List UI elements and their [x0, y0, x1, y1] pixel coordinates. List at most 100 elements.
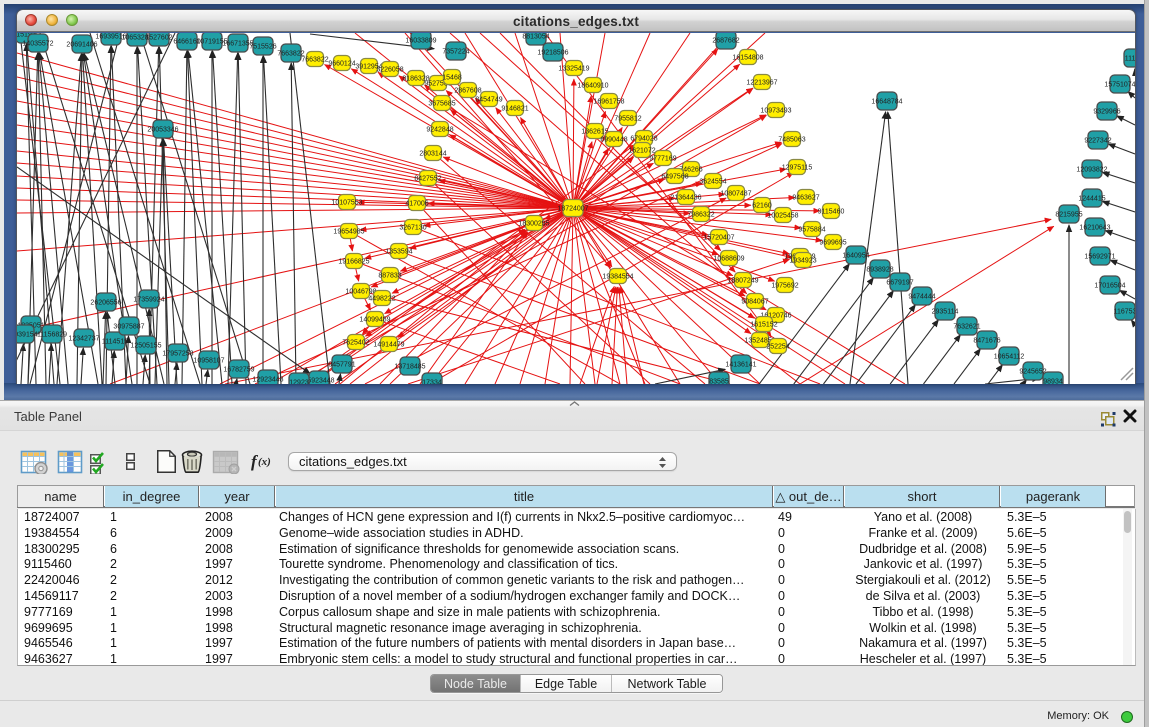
svg-text:14136141: 14136141: [725, 361, 756, 368]
svg-text:10107553: 10107553: [331, 199, 362, 206]
svg-text:7663822: 7663822: [277, 50, 304, 57]
svg-text:1975692: 1975692: [771, 282, 798, 289]
svg-text:7625402: 7625402: [342, 339, 369, 346]
svg-text:6794028: 6794028: [630, 135, 657, 142]
svg-text:8990448: 8990448: [600, 136, 627, 143]
svg-text:9227342: 9227342: [1084, 137, 1111, 144]
svg-text:12923448: 12923448: [252, 376, 283, 383]
svg-text:21364436: 21364436: [670, 194, 701, 201]
svg-text:17957253: 17957253: [162, 350, 193, 357]
svg-text:8813054: 8813054: [522, 33, 549, 40]
svg-text:15751074: 15751074: [1104, 81, 1135, 88]
svg-text:1640954: 1640954: [842, 252, 869, 259]
svg-text:9575884: 9575884: [798, 226, 825, 233]
svg-text:8938928: 8938928: [866, 266, 893, 273]
svg-text:8215955: 8215955: [1055, 211, 1082, 218]
svg-text:14099489: 14099489: [359, 316, 390, 323]
svg-text:12505155: 12505155: [130, 342, 161, 349]
svg-text:26206556: 26206556: [90, 299, 121, 306]
svg-text:15692971: 15692971: [1084, 253, 1115, 260]
svg-text:8427552: 8427552: [414, 175, 441, 182]
svg-text:3226058: 3226058: [376, 66, 403, 73]
svg-text:1621072: 1621072: [628, 147, 655, 154]
svg-text:15720407: 15720407: [703, 234, 734, 241]
svg-text:7515526: 7515526: [249, 43, 276, 50]
svg-text:7986322: 7986322: [687, 211, 714, 218]
svg-text:9146821: 9146821: [501, 105, 528, 112]
svg-text:10654112: 10654112: [994, 353, 1025, 360]
svg-text:20691406: 20691406: [66, 41, 97, 48]
svg-text:12213967: 12213967: [746, 79, 777, 86]
svg-text:1615152: 1615152: [750, 321, 777, 328]
svg-text:6497568: 6497568: [661, 173, 688, 180]
svg-text:9084067: 9084067: [741, 298, 768, 305]
svg-text:17016504: 17016504: [1094, 282, 1125, 289]
svg-text:8471676: 8471676: [973, 337, 1000, 344]
svg-text:10958107: 10958107: [193, 357, 224, 364]
svg-text:8454749: 8454749: [475, 96, 502, 103]
svg-text:1934923: 1934923: [789, 257, 816, 264]
svg-text:16648784: 16648784: [871, 98, 902, 105]
svg-text:2867608: 2867608: [454, 87, 481, 94]
svg-text:7663822: 7663822: [301, 56, 328, 63]
svg-text:887833: 887833: [378, 272, 401, 279]
svg-text:3624554: 3624554: [699, 178, 726, 185]
svg-text:7357224: 7357224: [442, 48, 469, 55]
svg-text:9115460: 9115460: [818, 208, 845, 215]
svg-text:83585: 83585: [709, 378, 729, 384]
svg-text:7632621: 7632621: [953, 323, 980, 330]
svg-text:19654985: 19654985: [333, 228, 364, 235]
svg-text:12093822: 12093822: [1076, 166, 1107, 173]
svg-text:62160: 62160: [752, 202, 772, 209]
svg-text:252254: 252254: [766, 343, 789, 350]
svg-text:16154808: 16154808: [732, 54, 763, 61]
svg-text:11123: 11123: [1125, 55, 1135, 62]
svg-text:10046798: 10046798: [345, 288, 376, 295]
svg-text:17359924: 17359924: [133, 296, 164, 303]
svg-text:30975887: 30975887: [113, 323, 144, 330]
svg-text:10688609: 10688609: [713, 255, 744, 262]
svg-text:16782759: 16782759: [223, 366, 254, 373]
svg-text:7955812: 7955812: [614, 115, 641, 122]
svg-text:1362615: 1362615: [581, 128, 608, 135]
svg-text:2803144: 2803144: [419, 150, 446, 157]
svg-text:3267130: 3267130: [399, 224, 426, 231]
svg-text:14035572: 14035572: [22, 40, 53, 47]
svg-text:11156829: 11156829: [37, 331, 67, 338]
svg-text:19166825: 19166825: [338, 258, 369, 265]
svg-text:9777169: 9777169: [649, 155, 676, 162]
svg-text:9457791: 9457791: [328, 361, 355, 368]
svg-text:9242848: 9242848: [426, 126, 453, 133]
svg-text:13325419: 13325419: [558, 65, 589, 72]
svg-text:9660124: 9660124: [328, 60, 355, 67]
svg-text:13718485: 13718485: [394, 363, 425, 370]
svg-text:12975115: 12975115: [782, 164, 813, 171]
svg-text:15468: 15468: [442, 74, 462, 81]
svg-text:1114519: 1114519: [102, 338, 128, 345]
svg-text:9329966: 9329966: [1093, 108, 1120, 115]
svg-text:14914479: 14914479: [373, 341, 404, 348]
svg-text:(x): (x): [258, 456, 271, 468]
svg-text:116753: 116753: [1114, 308, 1135, 315]
svg-text:2935114: 2935114: [932, 308, 959, 315]
svg-text:1527602: 1527602: [145, 34, 172, 41]
svg-text:6679197: 6679197: [886, 279, 913, 286]
svg-text:7485063: 7485063: [778, 136, 805, 143]
svg-text:98934: 98934: [1043, 378, 1063, 384]
svg-text:1353594: 1353594: [385, 248, 412, 255]
svg-text:19384554: 19384554: [602, 273, 633, 280]
svg-text:417006: 417006: [405, 200, 428, 207]
svg-text:12342737: 12342737: [68, 335, 99, 342]
svg-text:10807487: 10807487: [720, 190, 751, 197]
svg-text:3675685: 3675685: [428, 100, 455, 107]
svg-text:8939154: 8939154: [17, 331, 38, 338]
svg-text:16210643: 16210643: [1079, 224, 1110, 231]
svg-text:1244415: 1244415: [1078, 195, 1105, 202]
svg-text:18300295: 18300295: [518, 220, 549, 227]
svg-text:12923: 12923: [289, 379, 309, 384]
svg-text:10973493: 10973493: [760, 107, 791, 114]
svg-text:18724007: 18724007: [557, 205, 588, 212]
svg-text:9699695: 9699695: [819, 239, 846, 246]
svg-text:9463627: 9463627: [792, 194, 819, 201]
svg-text:2687682: 2687682: [712, 37, 739, 44]
